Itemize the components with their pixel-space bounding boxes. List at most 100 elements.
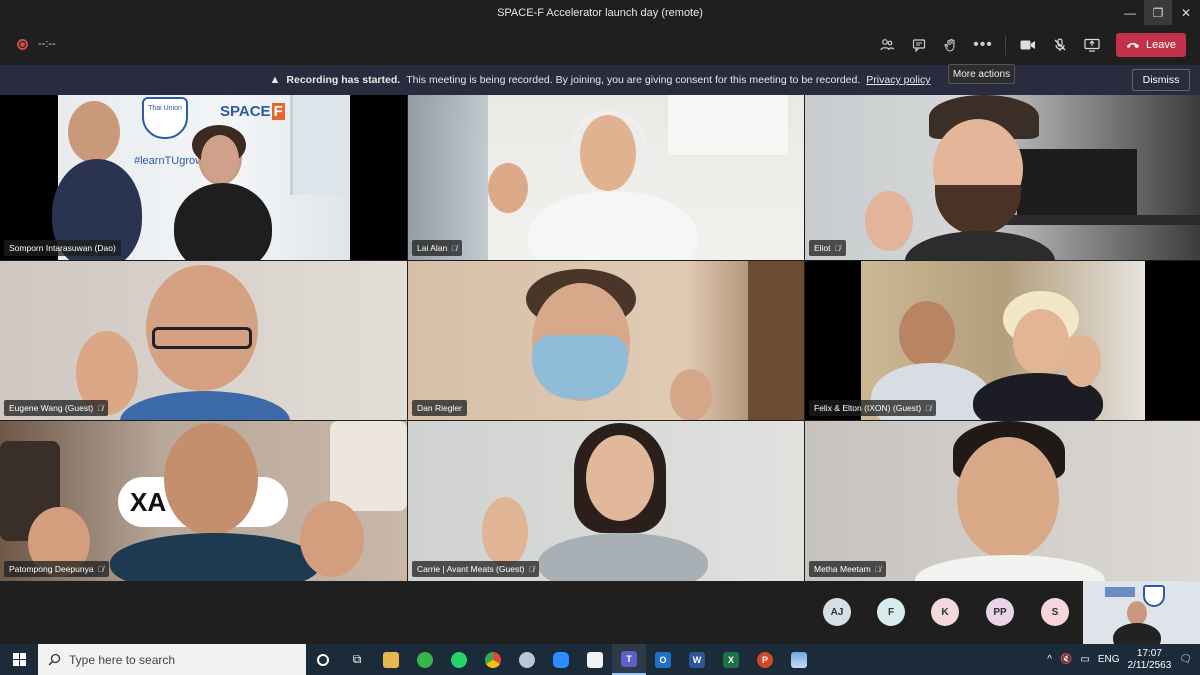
participant-name-label: Patompong Deepunya 🎙̸ [4,561,109,577]
meeting-toolbar: --:-- ••• Leave [0,25,1200,65]
participant-head [586,435,654,521]
participant-head [899,301,955,367]
video-camera-icon [1020,40,1035,50]
participant-head [1127,601,1147,625]
chevron-up-icon[interactable]: ^ [1047,654,1052,665]
participant-name-label: Dan Riegler [412,400,467,416]
video-tile[interactable]: Felix & Elton (IXON) (Guest) 🎙̸ [805,261,1200,420]
video-tile[interactable]: Dan Riegler [408,261,804,420]
binders-shelf [1017,149,1137,219]
participant-head [1013,309,1069,375]
outlook-icon: O [655,651,671,668]
paint-palette-icon [519,651,535,668]
excel-button[interactable]: X [714,644,748,675]
word-icon: W [689,651,705,668]
leave-button[interactable]: Leave [1116,33,1186,57]
thumbs-up-hand [482,497,528,567]
participant-body [915,555,1105,581]
clock-time: 17:07 [1136,647,1162,659]
task-view-button[interactable]: ⧉ [340,644,374,675]
store-button[interactable] [578,644,612,675]
more-actions-tooltip: More actions [948,64,1015,84]
meeting-controls: ••• Leave [871,25,1200,65]
participant-overflow-strip: AJ F K PP S [0,581,1200,644]
video-tile[interactable]: Thai Union #learnTUgrow SPACE F Somporn I… [0,95,407,260]
recording-banner: ▲ Recording has started. This meeting is… [0,65,1200,95]
participant-avatar[interactable]: K [931,598,959,626]
participant-name-label: Lai Alan 🎙̸ [412,240,463,256]
minimize-button[interactable]: — [1116,0,1144,25]
video-feed [861,261,1145,420]
thumbs-up-hand [865,191,913,251]
space-f-logo [1105,587,1135,597]
file-explorer-button[interactable] [374,644,408,675]
close-window-button[interactable]: ✕ [1172,0,1200,25]
chat-button[interactable] [903,29,935,61]
participant-head [164,423,258,535]
folder-icon [383,651,399,668]
cortana-icon [317,653,329,666]
camera-button[interactable] [1012,29,1044,61]
video-tile[interactable]: XA Patompong Deepunya 🎙̸ [0,421,407,581]
video-tile[interactable]: Eugene Wang (Guest) 🎙̸ [0,261,407,420]
zoom-app-button[interactable] [544,644,578,675]
teams-button[interactable]: T [612,644,646,675]
outlook-button[interactable]: O [646,644,680,675]
chrome-button[interactable] [476,644,510,675]
eyeglasses-icon [152,327,252,349]
more-actions-button[interactable]: ••• [967,29,999,61]
banner-message: This meeting is being recorded. By joini… [406,74,861,86]
headphones-icon [570,109,648,189]
participant-name-label: Metha Meetam 🎙̸ [809,561,886,577]
participant-avatar[interactable]: AJ [823,598,851,626]
participant-avatar[interactable]: S [1041,598,1069,626]
microphone-muted-icon: 🎙̸ [925,403,932,413]
participant-avatar[interactable]: PP [986,598,1014,626]
shopping-bag-icon [587,651,603,668]
battery-icon[interactable]: ▭ [1080,654,1089,665]
video-tile[interactable]: Metha Meetam 🎙̸ [805,421,1200,581]
recording-icon [17,39,28,50]
video-tile[interactable]: Lai Alan 🎙̸ [408,95,804,260]
participant-name-label: Carrie | Avant Meats (Guest) 🎙̸ [412,561,540,577]
start-button[interactable] [0,644,38,675]
teams-icon: T [621,650,637,667]
windows-taskbar: Type here to search ⧉ T O W X P ^ 🔇 ▭ EN… [0,644,1200,675]
system-clock[interactable]: 17:07 2/11/2563 [1128,648,1172,672]
cortana-button[interactable] [306,644,340,675]
powerpoint-icon: P [757,651,773,668]
mic-button[interactable] [1044,29,1076,61]
privacy-policy-link[interactable]: Privacy policy [866,74,930,86]
language-indicator[interactable]: ENG [1098,654,1120,665]
microphone-muted-icon: 🎙̸ [834,243,841,253]
share-tray-icon [1084,38,1100,52]
maximize-button[interactable]: ❐ [1144,0,1172,25]
taskbar-search-box[interactable]: Type here to search [38,644,306,675]
share-screen-button[interactable] [1076,29,1108,61]
participant-name-label: Somporn Intarasuwan (Dao) [4,240,121,256]
powerpoint-button[interactable]: P [748,644,782,675]
dismiss-button[interactable]: Dismiss [1132,69,1190,91]
participant-avatar[interactable]: F [877,598,905,626]
signage-slogan: #learnTUgrow [134,155,204,167]
volume-muted-icon[interactable]: 🔇 [1060,654,1072,665]
microphone-muted-icon: 🎙̸ [451,243,458,253]
paint-button[interactable] [510,644,544,675]
photos-button[interactable] [782,644,816,675]
participants-button[interactable] [871,29,903,61]
line-app-button[interactable] [408,644,442,675]
video-tile[interactable]: Carrie | Avant Meats (Guest) 🎙̸ [408,421,804,581]
whatsapp-button[interactable] [442,644,476,675]
participant-body [538,533,708,581]
word-button[interactable]: W [680,644,714,675]
self-view-video[interactable] [1083,581,1200,644]
raise-hand-button[interactable] [935,29,967,61]
face-mask [532,335,628,399]
video-grid: Thai Union #learnTUgrow SPACE F Somporn I… [0,95,1200,581]
participant-body [1113,623,1161,644]
video-tile[interactable]: Eliot 🎙̸ [805,95,1200,260]
notifications-icon[interactable]: 🗨 [1179,654,1192,665]
thumbs-up-hand [1063,335,1101,387]
door-frame [748,261,804,420]
participant-face [201,135,239,183]
